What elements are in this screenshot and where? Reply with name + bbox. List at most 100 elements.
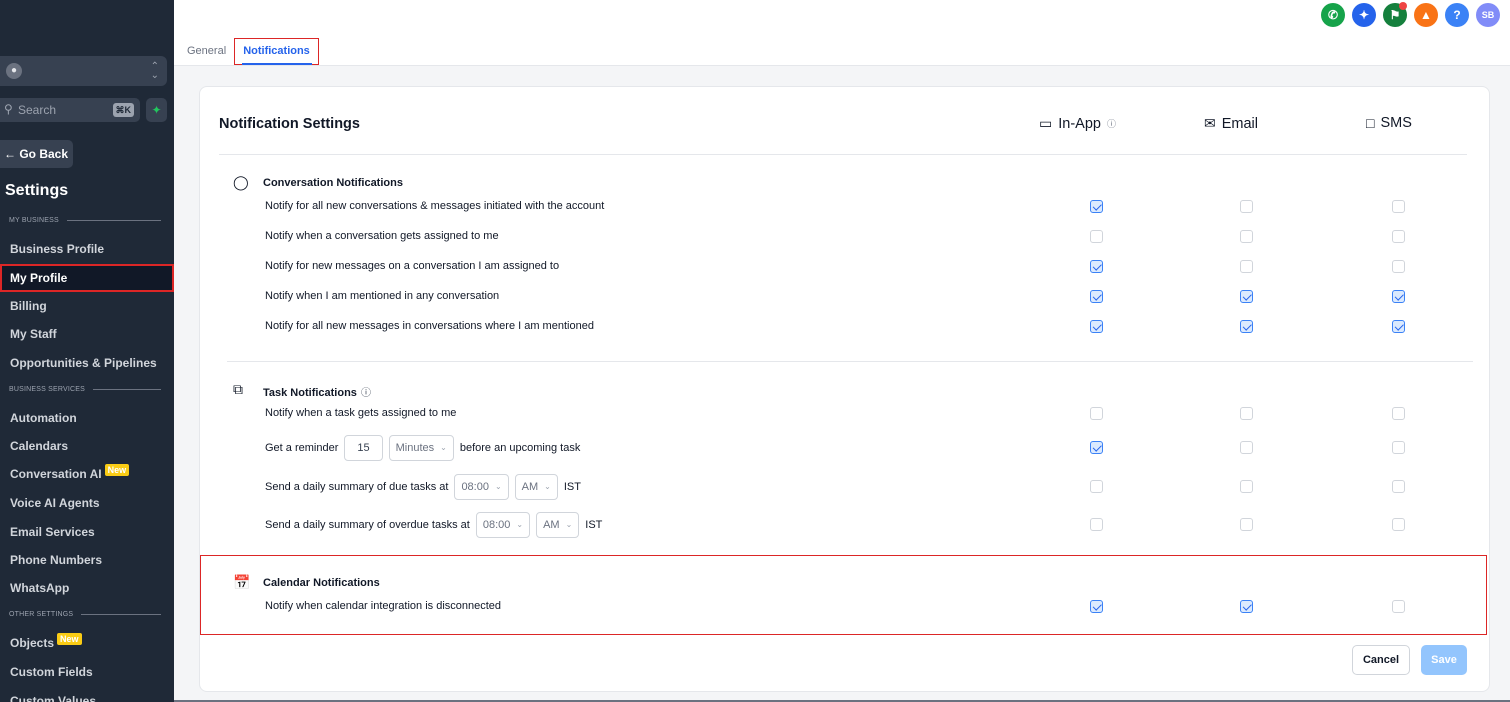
sidebar-item-label: Objects — [10, 636, 55, 650]
task-due-summary-row: Send a daily summary of due tasks at 08:… — [265, 474, 581, 500]
shortcut-badge: ⌘K — [112, 103, 134, 117]
conversation-row-label: Notify when a conversation gets assigned… — [265, 230, 499, 242]
sidebar-item-phone-numbers[interactable]: Phone Numbers — [0, 546, 174, 574]
calendar-icon: 📅 — [233, 574, 251, 590]
checkbox-sms[interactable] — [1392, 200, 1405, 213]
checkbox-email[interactable] — [1240, 600, 1253, 613]
sidebar-item-calendars[interactable]: Calendars — [0, 432, 174, 460]
tab-notifications[interactable]: Notifications — [234, 38, 319, 65]
section-other-settings: OTHER SETTINGS — [9, 611, 161, 618]
quick-action-button[interactable]: ✦ — [146, 98, 167, 122]
cancel-button[interactable]: Cancel — [1352, 645, 1410, 675]
due-ampm-select[interactable]: AM ⌄ — [514, 474, 558, 500]
account-switcher[interactable]: ● ⌃ ⌄ — [0, 56, 167, 86]
checkbox-in-app[interactable] — [1090, 518, 1103, 531]
search-input[interactable]: ⚲ Search ⌘K — [0, 98, 140, 122]
sidebar-item-voice-ai[interactable]: Voice AI Agents — [0, 489, 174, 517]
tab-general[interactable]: General — [187, 45, 226, 57]
conversation-row-label: Notify for all new conversations & messa… — [265, 200, 605, 212]
checkbox-sms[interactable] — [1392, 518, 1405, 531]
checkbox-in-app[interactable] — [1090, 260, 1103, 273]
checkbox-sms[interactable] — [1392, 230, 1405, 243]
bell-icon[interactable]: ▲ — [1414, 3, 1438, 27]
sidebar-item-label: Conversation AI — [10, 467, 102, 481]
checkbox-in-app[interactable] — [1090, 480, 1103, 493]
chevron-down-icon: ⌄ — [440, 443, 447, 452]
checkbox-sms[interactable] — [1392, 320, 1405, 333]
overdue-ampm-select[interactable]: AM ⌄ — [536, 512, 580, 538]
settings-title: Settings — [5, 182, 69, 199]
chevron-down-icon: ⌄ — [544, 482, 551, 491]
chevron-down-icon: ⌄ — [516, 520, 524, 529]
checkbox-sms[interactable] — [1392, 290, 1405, 303]
chevron-updown-icon: ⌃ ⌄ — [150, 61, 159, 81]
checkbox-email[interactable] — [1240, 200, 1253, 213]
checkbox-email[interactable] — [1240, 260, 1253, 273]
sidebar-item-objects[interactable]: Objects New — [0, 629, 174, 657]
calendar-highlight-box — [200, 555, 1487, 635]
chat-bubble-icon: ◯ — [233, 174, 249, 190]
checkbox-in-app[interactable] — [1090, 200, 1103, 213]
overdue-time-select[interactable]: 08:00 ⌄ — [475, 512, 531, 538]
reminder-unit-select[interactable]: Minutes ⌄ — [388, 435, 454, 461]
sidebar-item-custom-values[interactable]: Custom Values — [0, 687, 174, 702]
checkbox-email[interactable] — [1240, 320, 1253, 333]
checkbox-sms[interactable] — [1392, 407, 1405, 420]
checkbox-email[interactable] — [1240, 290, 1253, 303]
topbar: ✆ ✦ ⚑ ▲ ? SB General Notifications — [174, 0, 1510, 66]
sidebar-item-conversation-ai[interactable]: Conversation AI New — [0, 460, 174, 488]
checkbox-email[interactable] — [1240, 480, 1253, 493]
checkbox-sms[interactable] — [1392, 600, 1405, 613]
checkbox-in-app[interactable] — [1090, 441, 1103, 454]
chevron-down-icon: ⌄ — [494, 482, 502, 491]
top-icon-bar: ✆ ✦ ⚑ ▲ ? SB — [1321, 2, 1500, 27]
sidebar-item-custom-fields[interactable]: Custom Fields — [0, 658, 174, 686]
checkbox-sms[interactable] — [1392, 480, 1405, 493]
sidebar-item-my-profile[interactable]: My Profile — [0, 264, 174, 292]
conversation-row-label: Notify for new messages on a conversatio… — [265, 260, 560, 272]
megaphone-icon[interactable]: ⚑ — [1383, 2, 1407, 27]
checkbox-sms[interactable] — [1392, 441, 1405, 454]
sidebar: ● ⌃ ⌄ ⚲ Search ⌘K ✦ ← Go Back Settings MY… — [0, 0, 174, 702]
save-button[interactable]: Save — [1421, 645, 1467, 675]
checkbox-email[interactable] — [1240, 230, 1253, 243]
sidebar-item-my-staff[interactable]: My Staff — [0, 320, 174, 348]
checkbox-in-app[interactable] — [1090, 320, 1103, 333]
checkbox-in-app[interactable] — [1090, 290, 1103, 303]
info-icon[interactable]: ⓘ — [1107, 117, 1116, 130]
sidebar-item-email-services[interactable]: Email Services — [0, 518, 174, 546]
sidebar-item-billing[interactable]: Billing — [0, 292, 174, 320]
active-tab-indicator — [242, 63, 312, 65]
checkbox-email[interactable] — [1240, 441, 1253, 454]
sidebar-item-whatsapp[interactable]: WhatsApp — [0, 574, 174, 602]
checkbox-email[interactable] — [1240, 518, 1253, 531]
calendar-group-title: Calendar Notifications — [263, 577, 380, 589]
magic-icon[interactable]: ✦ — [1352, 3, 1376, 27]
message-icon: □ — [1366, 115, 1375, 131]
divider — [227, 361, 1473, 362]
due-time-select[interactable]: 08:00 ⌄ — [454, 474, 509, 500]
task-reminder-row: Get a reminder 15 Minutes ⌄ before an upc… — [265, 435, 580, 461]
sidebar-item-business-profile[interactable]: Business Profile — [0, 235, 174, 263]
search-placeholder: Search — [18, 103, 57, 117]
info-icon[interactable]: ⓘ — [361, 388, 371, 399]
checkbox-in-app[interactable] — [1090, 230, 1103, 243]
sidebar-item-opportunities[interactable]: Opportunities & Pipelines — [0, 349, 174, 377]
help-icon[interactable]: ? — [1445, 3, 1469, 27]
go-back-button[interactable]: ← Go Back — [0, 140, 73, 168]
task-overdue-summary-row: Send a daily summary of overdue tasks at… — [265, 512, 602, 538]
checkbox-email[interactable] — [1240, 407, 1253, 420]
column-sms: □ SMS — [1366, 115, 1412, 131]
sidebar-item-automation[interactable]: Automation — [0, 404, 174, 432]
section-my-business: MY BUSINESS — [9, 217, 161, 224]
checkbox-in-app[interactable] — [1090, 600, 1103, 613]
chevron-down-icon: ⌄ — [565, 520, 573, 529]
phone-icon[interactable]: ✆ — [1321, 3, 1345, 27]
reminder-value-input[interactable]: 15 — [344, 435, 383, 461]
card-title: Notification Settings — [219, 116, 360, 132]
envelope-icon: ✉ — [1204, 115, 1216, 131]
user-avatar[interactable]: SB — [1476, 3, 1500, 27]
checkbox-in-app[interactable] — [1090, 407, 1103, 420]
checkbox-sms[interactable] — [1392, 260, 1405, 273]
notification-dot — [1399, 2, 1407, 10]
